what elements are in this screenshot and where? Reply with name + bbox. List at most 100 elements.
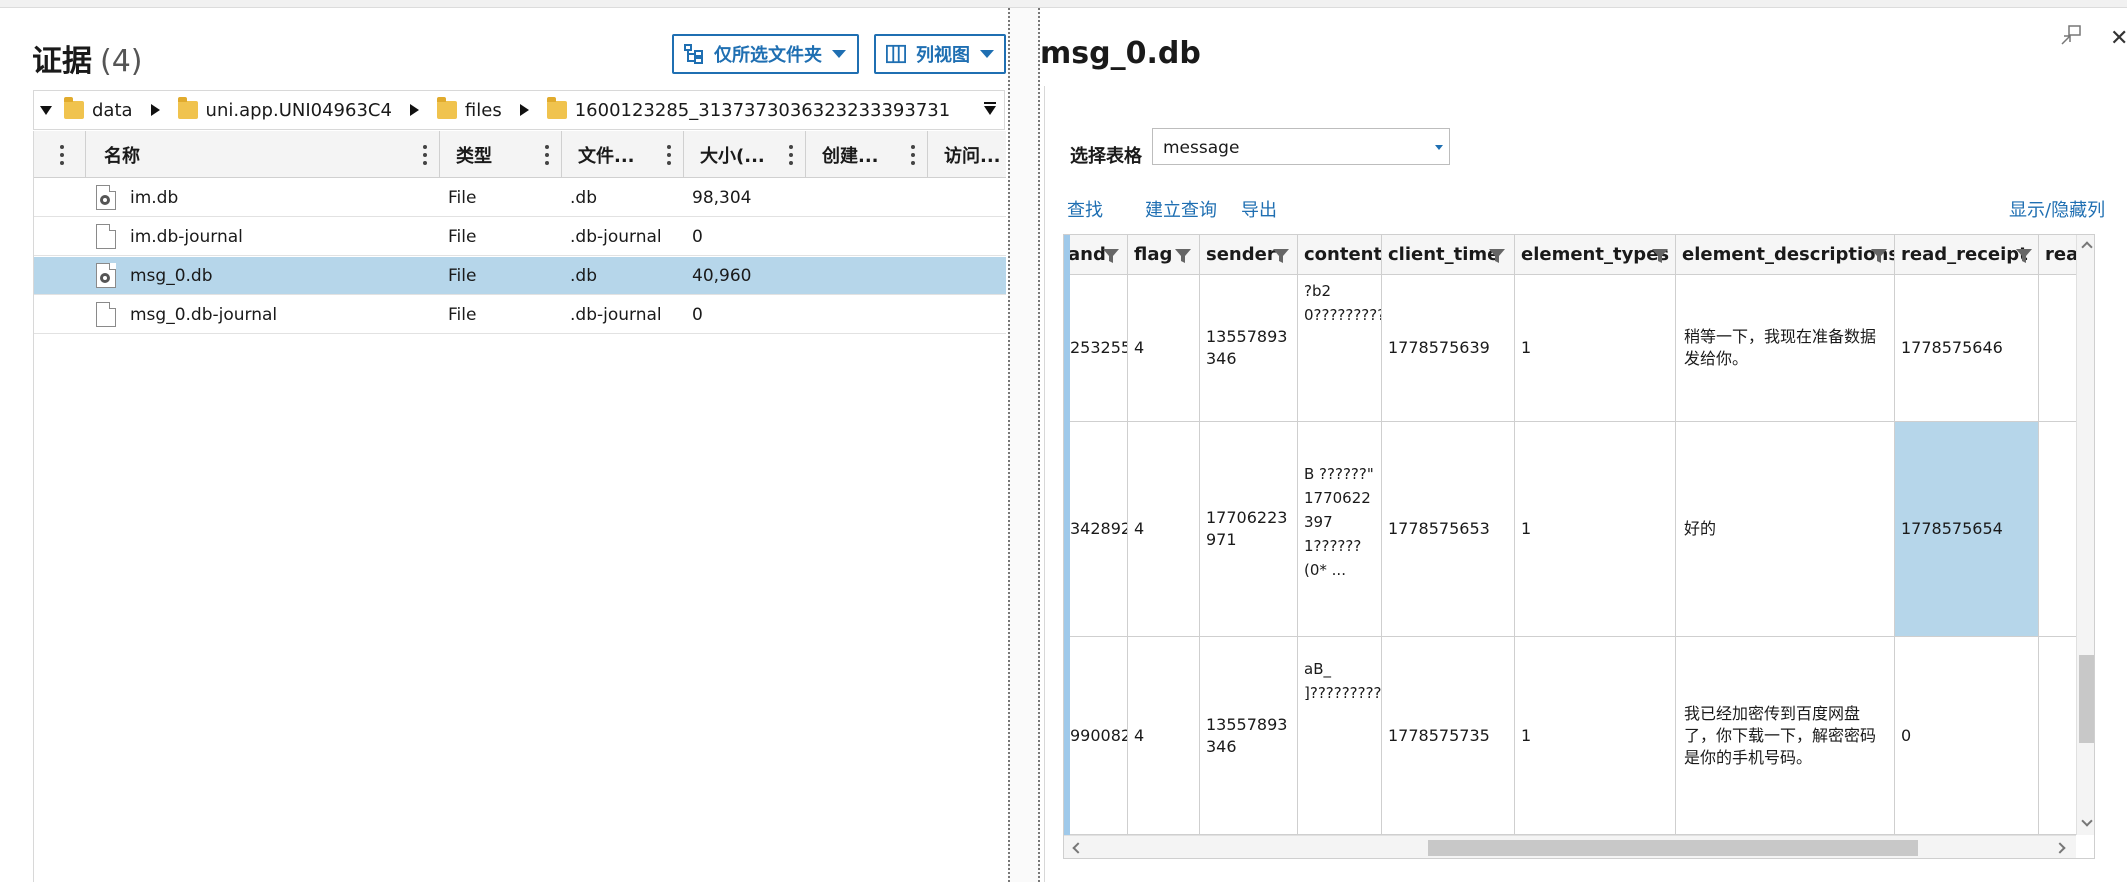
database-file-icon xyxy=(96,263,116,288)
folder-tree-icon xyxy=(684,44,703,64)
filter-icon[interactable] xyxy=(1651,247,1669,265)
chevron-right-icon xyxy=(519,104,529,116)
file-type: File xyxy=(448,188,477,208)
column-header-type[interactable]: 类型 xyxy=(440,131,562,178)
grid-cell[interactable]: 0 xyxy=(1895,637,2039,835)
grid-cell[interactable]: 稍等一下，我现在准备数据发给你。 xyxy=(1676,275,1895,422)
columns-icon xyxy=(886,44,906,64)
database-title: msg_0.db xyxy=(1040,36,1201,71)
filter-icon[interactable] xyxy=(1174,247,1192,265)
grid-cell[interactable]: 好的 xyxy=(1676,422,1895,637)
column-header-size[interactable]: 大小(... xyxy=(684,131,806,178)
chevron-right-icon xyxy=(150,104,160,116)
file-extension: .db xyxy=(570,188,597,208)
restore-window-icon[interactable] xyxy=(2060,24,2082,46)
column-header-accessed[interactable]: 访问... xyxy=(928,131,1006,178)
toggle-columns-link[interactable]: 显示/隐藏列 xyxy=(2009,196,2105,222)
grid-header-read-receipt[interactable]: read_receipt xyxy=(1895,235,2039,275)
grid-cell-content[interactable]: aB_ ]???????????????????????????????????… xyxy=(1298,637,1382,835)
grid-cell[interactable]: 13557893346 xyxy=(1200,275,1298,422)
chevron-down-icon xyxy=(980,50,994,58)
database-viewer-pane: msg_0.db ✕ 选择表格 message 查找 建立查询 导出 显示/隐藏… xyxy=(1040,8,2127,882)
breadcrumb-item-data[interactable]: data xyxy=(64,97,133,121)
grid-cell[interactable]: 990082 xyxy=(1064,637,1128,835)
filter-icon[interactable] xyxy=(1488,247,1506,265)
close-icon[interactable]: ✕ xyxy=(2110,26,2127,51)
grid-cell[interactable]: 我已经加密传到百度网盘了，你下载一下，解密密码是你的手机号码。 xyxy=(1676,637,1895,835)
file-extension: .db-journal xyxy=(570,227,662,247)
grid-cell[interactable]: 1778575646 xyxy=(1895,275,2039,422)
kebab-menu-icon xyxy=(911,145,915,165)
folder-icon xyxy=(436,97,457,119)
file-extension: .db xyxy=(570,266,597,286)
grid-header-element-descriptions[interactable]: element_descriptions xyxy=(1676,235,1895,275)
grid-header-content[interactable]: content xyxy=(1298,235,1382,275)
column-header-name[interactable]: 名称 xyxy=(86,131,440,178)
horizontal-scrollbar[interactable] xyxy=(1064,835,2076,858)
column-header-created[interactable]: 创建... xyxy=(806,131,928,178)
chevron-down-icon xyxy=(1435,145,1443,150)
grid-header-flag[interactable]: flag xyxy=(1128,235,1200,275)
evidence-title: 证据 (4) xyxy=(32,36,143,80)
file-name: msg_0.db xyxy=(130,266,213,286)
file-size: 98,304 xyxy=(692,188,752,208)
vertical-scrollbar[interactable] xyxy=(2076,235,2094,835)
filter-icon[interactable] xyxy=(1870,247,1888,265)
scroll-down-icon[interactable] xyxy=(2081,815,2093,827)
data-grid: and flag sender content client_time elem… xyxy=(1063,234,2095,859)
pane-splitter[interactable] xyxy=(1008,8,1040,882)
grid-cell[interactable]: 4 xyxy=(1128,637,1200,835)
grid-header-sender[interactable]: sender xyxy=(1200,235,1298,275)
collapse-triangle-icon[interactable] xyxy=(40,105,52,115)
table-row[interactable]: im.db-journal File .db-journal 0 xyxy=(34,218,1006,256)
grid-cell-content[interactable]: ?b2 0???????????????????????????????????… xyxy=(1298,275,1382,422)
grid-cell-content[interactable]: B ??????" 17706223971??????(0* ... xyxy=(1298,422,1382,637)
export-link[interactable]: 导出 xyxy=(1241,196,1277,222)
grid-cell[interactable]: 1778575639 xyxy=(1382,275,1515,422)
file-size: 40,960 xyxy=(692,266,752,286)
grid-header-client-time[interactable]: client_time xyxy=(1382,235,1515,275)
breadcrumb-dropdown-icon[interactable] xyxy=(984,102,996,115)
breadcrumb-item-files[interactable]: files xyxy=(436,97,502,121)
vertical-scroll-thumb[interactable] xyxy=(2079,655,2094,743)
grid-cell[interactable]: 1778575653 xyxy=(1382,422,1515,637)
grid-cell[interactable]: 1 xyxy=(1515,275,1676,422)
breadcrumb-item-app[interactable]: uni.app.UNI04963C4 xyxy=(177,97,392,121)
select-table-dropdown[interactable]: message xyxy=(1152,128,1450,165)
filter-icon[interactable] xyxy=(1102,247,1120,265)
kebab-menu-icon xyxy=(789,145,793,165)
breadcrumb: data uni.app.UNI04963C4 files 1600123285… xyxy=(33,90,1005,130)
breadcrumb-item-account[interactable]: 1600123285_3137373036323233393731 xyxy=(546,97,950,121)
kebab-menu-icon xyxy=(667,145,671,165)
find-link[interactable]: 查找 xyxy=(1067,196,1103,222)
grid-cell[interactable]: 1 xyxy=(1515,637,1676,835)
file-name: im.db-journal xyxy=(130,227,243,247)
horizontal-scroll-thumb[interactable] xyxy=(1428,840,1918,856)
grid-cell[interactable]: 13557893346 xyxy=(1200,637,1298,835)
grid-cell-selected[interactable]: 1778575654 xyxy=(1895,422,2039,637)
row-indicator-strip xyxy=(1064,235,1070,858)
selected-folder-only-button[interactable]: 仅所选文件夹 xyxy=(672,34,859,74)
scroll-up-icon[interactable] xyxy=(2081,241,2093,253)
grid-cell[interactable]: 17706223971 xyxy=(1200,422,1298,637)
filter-icon[interactable] xyxy=(2015,247,2033,265)
grid-cell[interactable]: 4 xyxy=(1128,422,1200,637)
build-query-link[interactable]: 建立查询 xyxy=(1145,196,1217,222)
column-options-header[interactable] xyxy=(34,131,86,178)
column-header-extension[interactable]: 文件... xyxy=(562,131,684,178)
grid-header-element-types[interactable]: element_types xyxy=(1515,235,1676,275)
grid-cell[interactable]: 342892 xyxy=(1064,422,1128,637)
grid-cell[interactable]: 4 xyxy=(1128,275,1200,422)
grid-cell[interactable]: 1778575735 xyxy=(1382,637,1515,835)
column-view-button[interactable]: 列视图 xyxy=(874,34,1006,74)
scroll-left-icon[interactable] xyxy=(1072,842,1084,854)
scroll-right-icon[interactable] xyxy=(2054,842,2066,854)
table-row-selected[interactable]: msg_0.db File .db 40,960 xyxy=(34,257,1006,295)
grid-cell[interactable]: 1 xyxy=(1515,422,1676,637)
filter-icon[interactable] xyxy=(1272,247,1290,265)
grid-header-and[interactable]: and xyxy=(1064,235,1128,275)
table-row[interactable]: msg_0.db-journal File .db-journal 0 xyxy=(34,296,1006,334)
table-row[interactable]: im.db File .db 98,304 xyxy=(34,179,1006,217)
file-type: File xyxy=(448,266,477,286)
grid-cell[interactable]: 253255 xyxy=(1064,275,1128,422)
